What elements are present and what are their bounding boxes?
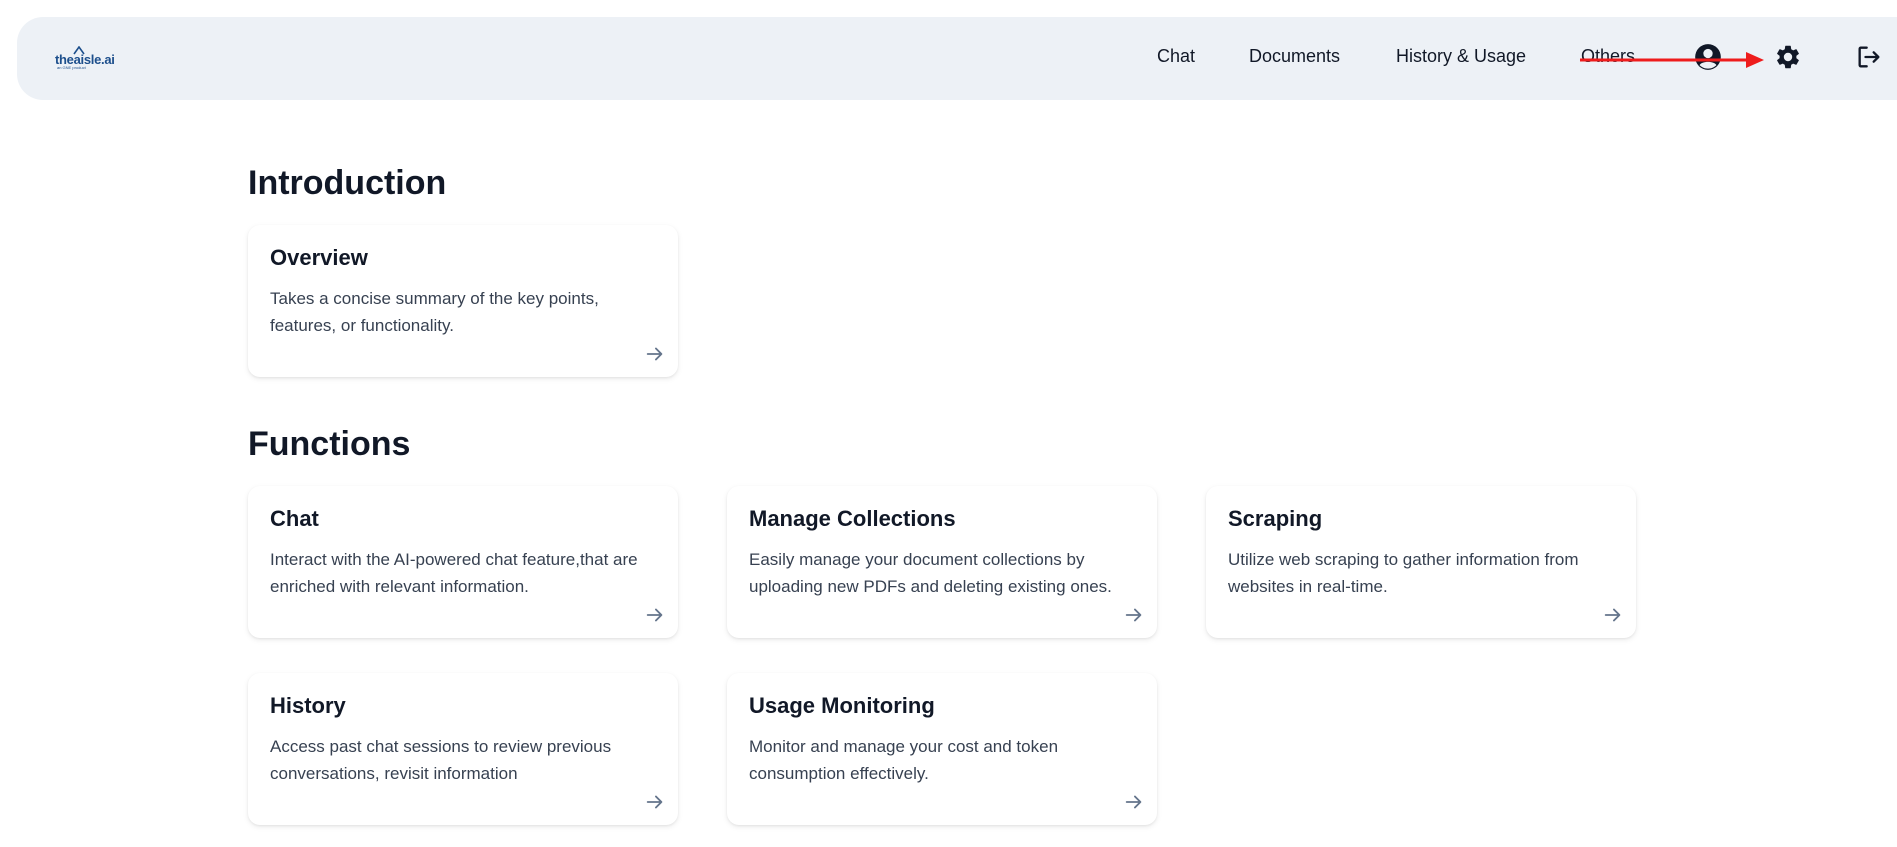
card-title: Overview bbox=[270, 245, 368, 270]
card-description: Easily manage your document collections … bbox=[749, 550, 1112, 597]
card-manage-collections[interactable]: Manage Collections Easily manage your do… bbox=[727, 486, 1157, 638]
arrow-right-icon[interactable] bbox=[644, 343, 666, 365]
card-description: Takes a concise summary of the key point… bbox=[270, 289, 599, 336]
user-circle-icon[interactable] bbox=[1694, 43, 1722, 71]
card-overview[interactable]: Overview Takes a concise summary of the … bbox=[248, 225, 678, 377]
logo-subtext: an GNE product bbox=[57, 65, 86, 70]
card-title: Manage Collections bbox=[749, 506, 956, 531]
arrow-right-icon[interactable] bbox=[644, 791, 666, 813]
card-usage-monitoring[interactable]: Usage Monitoring Monitor and manage your… bbox=[727, 673, 1157, 825]
arrow-right-icon[interactable] bbox=[1602, 604, 1624, 626]
arrow-right-icon[interactable] bbox=[1123, 604, 1145, 626]
card-description: Access past chat sessions to review prev… bbox=[270, 737, 612, 784]
nav-link-history-usage[interactable]: History & Usage bbox=[1396, 46, 1526, 67]
card-description: Monitor and manage your cost and token c… bbox=[749, 737, 1059, 784]
brand-logo[interactable]: theaisle.ai an GNE product bbox=[55, 46, 115, 72]
card-history[interactable]: History Access past chat sessions to rev… bbox=[248, 673, 678, 825]
top-navbar: theaisle.ai an GNE product Chat Document… bbox=[17, 17, 1897, 100]
card-title: Chat bbox=[270, 506, 319, 531]
section-title-introduction: Introduction bbox=[248, 164, 447, 202]
card-description: Interact with the AI-powered chat featur… bbox=[270, 550, 638, 597]
card-chat[interactable]: Chat Interact with the AI-powered chat f… bbox=[248, 486, 678, 638]
gear-icon[interactable] bbox=[1774, 43, 1802, 71]
nav-link-chat[interactable]: Chat bbox=[1157, 46, 1195, 67]
card-title: History bbox=[270, 693, 346, 718]
section-title-functions: Functions bbox=[248, 425, 411, 463]
logout-icon[interactable] bbox=[1855, 43, 1883, 71]
arrow-right-icon[interactable] bbox=[644, 604, 666, 626]
card-description: Utilize web scraping to gather informati… bbox=[1228, 550, 1579, 597]
card-scraping[interactable]: Scraping Utilize web scraping to gather … bbox=[1206, 486, 1636, 638]
nav-link-documents[interactable]: Documents bbox=[1249, 46, 1340, 67]
card-title: Usage Monitoring bbox=[749, 693, 935, 718]
card-title: Scraping bbox=[1228, 506, 1323, 531]
arrow-right-icon[interactable] bbox=[1123, 791, 1145, 813]
nav-link-others[interactable]: Others bbox=[1581, 46, 1635, 67]
